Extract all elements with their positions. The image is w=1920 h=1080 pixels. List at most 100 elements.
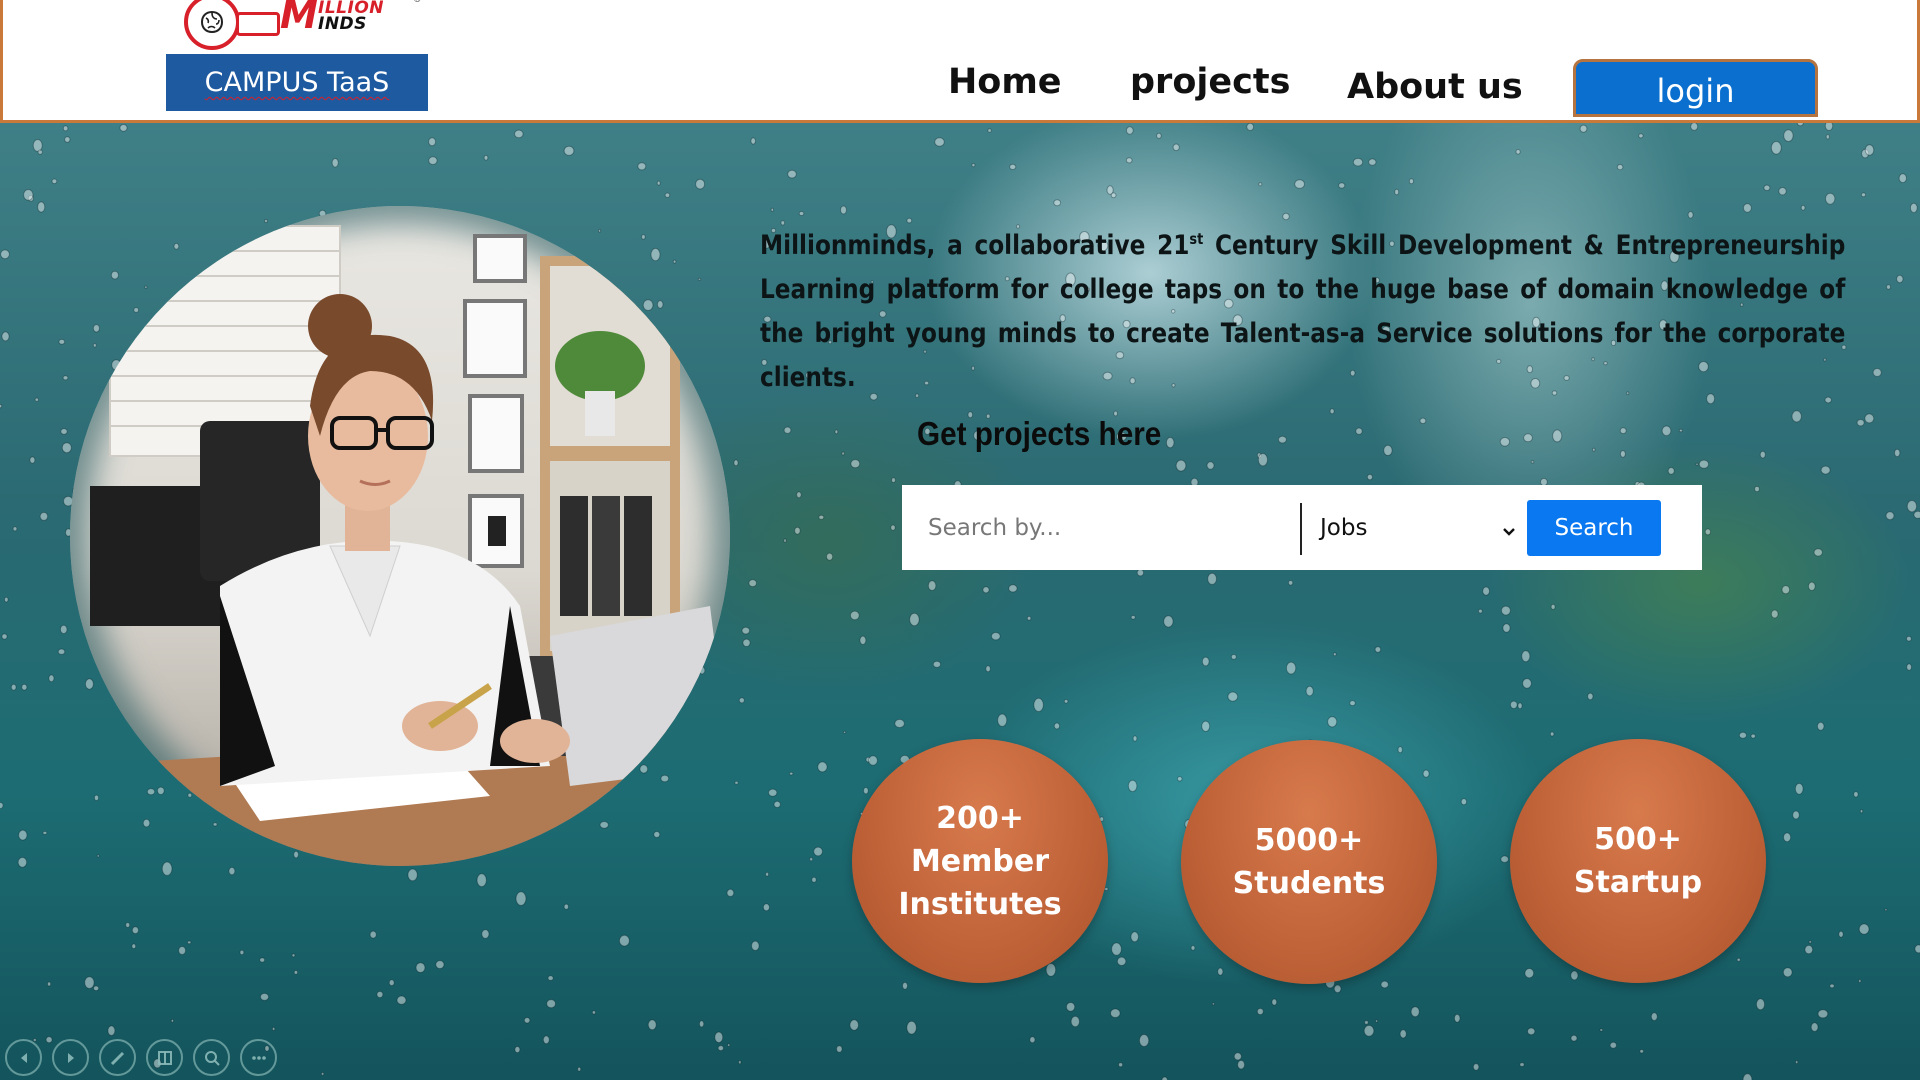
raindrop	[1363, 1024, 1375, 1037]
raindrop	[1116, 956, 1127, 966]
raindrop	[836, 1045, 843, 1053]
raindrop	[741, 626, 751, 635]
raindrop	[1521, 650, 1531, 663]
raindrop	[927, 580, 937, 592]
nav-projects[interactable]: projects	[1130, 62, 1290, 102]
raindrop	[1858, 923, 1870, 935]
slides-icon[interactable]	[146, 1039, 183, 1076]
raindrop	[369, 930, 377, 939]
raindrop	[1770, 141, 1782, 155]
raindrop	[156, 786, 165, 795]
raindrop	[0, 249, 10, 260]
raindrop	[1366, 473, 1374, 481]
raindrop	[817, 761, 828, 773]
raindrop	[212, 822, 218, 827]
stat-startups: 500+ Startup	[1510, 739, 1766, 983]
raindrop	[1515, 149, 1521, 155]
raindrop	[1355, 427, 1363, 435]
pen-icon[interactable]	[99, 1039, 136, 1076]
raindrop	[133, 307, 140, 313]
projects-heading: Get projects here	[917, 415, 1162, 452]
about-description: Millionminds, a collaborative 21st Centu…	[760, 217, 1845, 400]
raindrop	[1755, 998, 1766, 1011]
raindrop	[1807, 581, 1816, 591]
raindrop	[909, 612, 920, 627]
chevron-down-icon	[1502, 519, 1516, 545]
site-header: M ILLION INDS ® CAMPUS TaaS Home project…	[0, 0, 1920, 123]
raindrop	[697, 277, 702, 281]
search-button[interactable]: Search	[1527, 500, 1661, 556]
raindrop	[891, 477, 896, 484]
raindrop	[1825, 134, 1830, 140]
search-input[interactable]	[902, 485, 1300, 570]
raindrop	[1408, 178, 1415, 185]
raindrop	[1258, 182, 1263, 187]
raindrop	[1394, 188, 1400, 196]
raindrop	[813, 846, 823, 857]
raindrop	[131, 926, 139, 935]
raindrop	[695, 178, 706, 190]
raindrop	[1552, 429, 1563, 443]
raindrop	[1460, 798, 1468, 806]
raindrop	[1794, 782, 1804, 795]
raindrop	[748, 579, 758, 588]
raindrop	[1698, 459, 1710, 469]
raindrop	[1217, 967, 1224, 976]
brand-logo[interactable]: M ILLION INDS ® CAMPUS TaaS	[166, 0, 428, 112]
raindrop	[1894, 448, 1901, 458]
raindrop	[1482, 586, 1490, 596]
raindrop	[1856, 419, 1865, 427]
raindrop	[60, 428, 68, 435]
raindrop	[1690, 123, 1699, 131]
woman-at-desk-image	[70, 206, 730, 866]
raindrop	[1796, 123, 1804, 127]
nav-about-us[interactable]: About us	[1347, 67, 1523, 107]
previous-icon[interactable]	[5, 1039, 42, 1076]
raindrop	[93, 985, 100, 992]
raindrop	[476, 873, 487, 888]
raindrop	[481, 929, 490, 939]
raindrop	[51, 178, 58, 185]
raindrop	[1333, 984, 1342, 994]
about-text-superscript: st	[1189, 230, 1204, 248]
raindrop	[1127, 779, 1138, 793]
next-icon[interactable]	[52, 1039, 89, 1076]
raindrop	[934, 137, 945, 147]
raindrop	[1207, 572, 1217, 585]
raindrop	[672, 259, 677, 264]
about-text-part1: Millionminds, a collaborative 21	[760, 230, 1190, 261]
raindrop	[726, 888, 735, 898]
raindrop	[1808, 940, 1812, 944]
raindrop	[1422, 769, 1430, 778]
raindrop	[187, 940, 192, 945]
login-button[interactable]: login	[1573, 59, 1818, 117]
raindrop	[783, 538, 787, 543]
nav-home[interactable]: Home	[948, 62, 1062, 102]
raindrop	[859, 635, 867, 645]
raindrop	[96, 854, 100, 858]
raindrop	[1736, 957, 1741, 962]
raindrop	[1201, 656, 1210, 667]
raindrop	[37, 149, 43, 155]
raindrop	[1009, 163, 1017, 171]
raindrop	[1791, 410, 1802, 423]
hero-section: Millionminds, a collaborative 21st Centu…	[0, 123, 1920, 1080]
raindrop	[1886, 284, 1891, 290]
raindrop	[563, 145, 575, 156]
raindrop	[1896, 274, 1904, 284]
raindrop	[271, 1026, 276, 1031]
raindrop	[29, 456, 36, 464]
raindrop	[376, 990, 384, 999]
more-icon[interactable]	[240, 1039, 277, 1076]
raindrop	[142, 818, 151, 828]
search-divider	[1300, 503, 1302, 555]
raindrop	[10, 683, 17, 691]
raindrop	[738, 1060, 742, 1065]
zoom-icon[interactable]	[193, 1039, 230, 1076]
raindrop	[1329, 408, 1335, 415]
category-select[interactable]: Jobs	[1320, 507, 1516, 549]
raindrop	[178, 946, 187, 955]
raindrop	[1111, 942, 1122, 956]
raindrop	[1053, 722, 1061, 730]
raindrop	[932, 660, 942, 668]
